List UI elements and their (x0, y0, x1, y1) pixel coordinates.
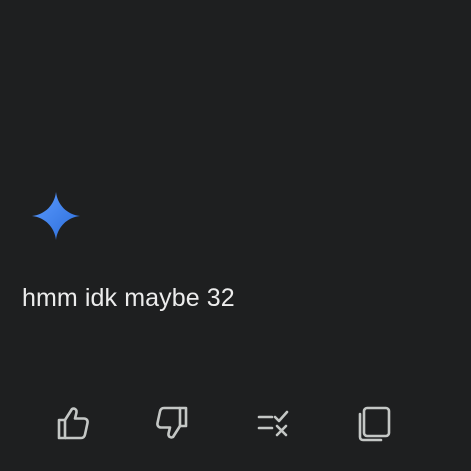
response-actions (0, 400, 471, 448)
modify-response-button[interactable] (250, 400, 296, 446)
response-text: hmm idk maybe 32 (22, 284, 235, 312)
copy-button[interactable] (351, 400, 397, 446)
modify-response-icon (257, 410, 289, 437)
copy-icon (358, 406, 391, 442)
bad-response-button[interactable] (149, 400, 195, 446)
good-response-button[interactable] (50, 400, 96, 446)
sparkle-icon (30, 190, 82, 242)
chat-response-view: hmm idk maybe 32 (0, 0, 471, 471)
thumbs-up-icon (57, 407, 89, 440)
thumbs-down-icon (156, 406, 188, 439)
